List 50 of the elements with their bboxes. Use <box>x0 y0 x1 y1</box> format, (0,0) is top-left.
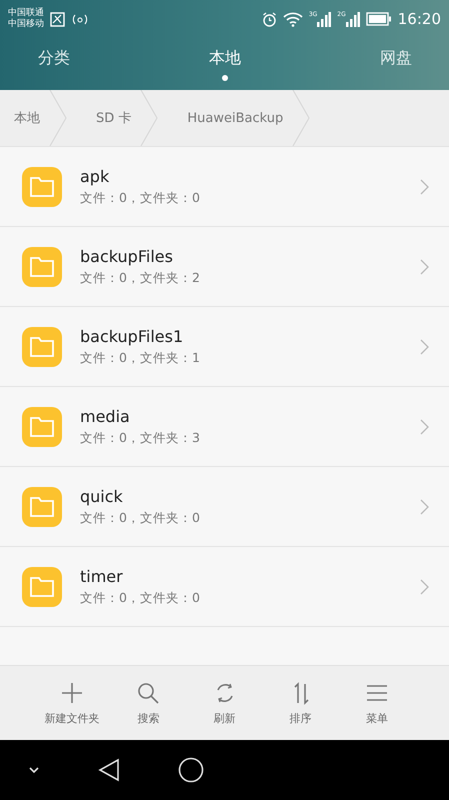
tab[interactable]: 分类 <box>0 38 154 90</box>
chevron-icon <box>420 418 429 434</box>
folder-name: apk <box>80 166 110 186</box>
folder-icon <box>22 166 62 206</box>
folder-icon <box>22 246 62 286</box>
folder-name: media <box>80 406 131 426</box>
folder-details: 文件：0，文件夹：0 <box>80 590 201 606</box>
clock-time: 16:20 <box>398 10 441 28</box>
image-icon <box>50 12 65 26</box>
signal-icon <box>346 12 360 26</box>
tab[interactable]: 网盘 <box>296 38 449 90</box>
chevron-icon <box>420 498 429 514</box>
folder-details: 文件：0，文件夹：2 <box>80 270 201 286</box>
add-icon <box>60 680 84 704</box>
toolbar-button[interactable]: 搜索 <box>110 666 186 740</box>
carrier-name: 中国联通 <box>8 8 44 18</box>
folder-name: timer <box>80 566 124 586</box>
chevron-down-icon[interactable] <box>28 766 40 774</box>
folder-icon <box>22 406 62 446</box>
folder-details: 文件：0，文件夹：3 <box>80 430 201 446</box>
back-icon[interactable] <box>98 758 120 782</box>
chevron-icon <box>420 258 429 274</box>
wireless-icon <box>71 13 89 25</box>
toolbar-button[interactable]: 菜单 <box>338 666 416 740</box>
chevron-icon <box>420 578 429 594</box>
toolbar-button[interactable]: 刷新 <box>186 666 263 740</box>
folder-details: 文件：0，文件夹：0 <box>80 190 201 206</box>
breadcrumb-item[interactable]: SD 卡 <box>96 109 132 127</box>
chevron-icon <box>420 178 429 194</box>
toolbar-button[interactable]: 排序 <box>262 666 339 740</box>
folder-icon <box>22 326 62 366</box>
signal-icon <box>317 12 332 26</box>
folder-details: 文件：0，文件夹：1 <box>80 350 201 366</box>
breadcrumb-item[interactable]: 本地 <box>14 109 40 127</box>
alarm-icon <box>262 12 277 26</box>
folder-icon <box>22 566 62 606</box>
tab[interactable]: 本地 <box>153 38 297 90</box>
battery-icon <box>366 12 392 26</box>
carrier-name: 中国移动 <box>8 19 44 30</box>
breadcrumb-item[interactable]: HuaweiBackup <box>187 110 284 126</box>
folder-details: 文件：0，文件夹：0 <box>80 510 201 526</box>
wifi-icon <box>282 12 303 26</box>
toolbar-button[interactable]: 新建文件夹 <box>34 666 110 740</box>
chevron-icon <box>420 338 429 354</box>
folder-name: backupFiles <box>80 246 174 266</box>
home-icon[interactable] <box>178 757 204 783</box>
folder-icon <box>22 486 62 526</box>
folder-name: quick <box>80 486 124 506</box>
search-icon <box>136 680 160 704</box>
folder-name: backupFiles1 <box>80 326 184 346</box>
